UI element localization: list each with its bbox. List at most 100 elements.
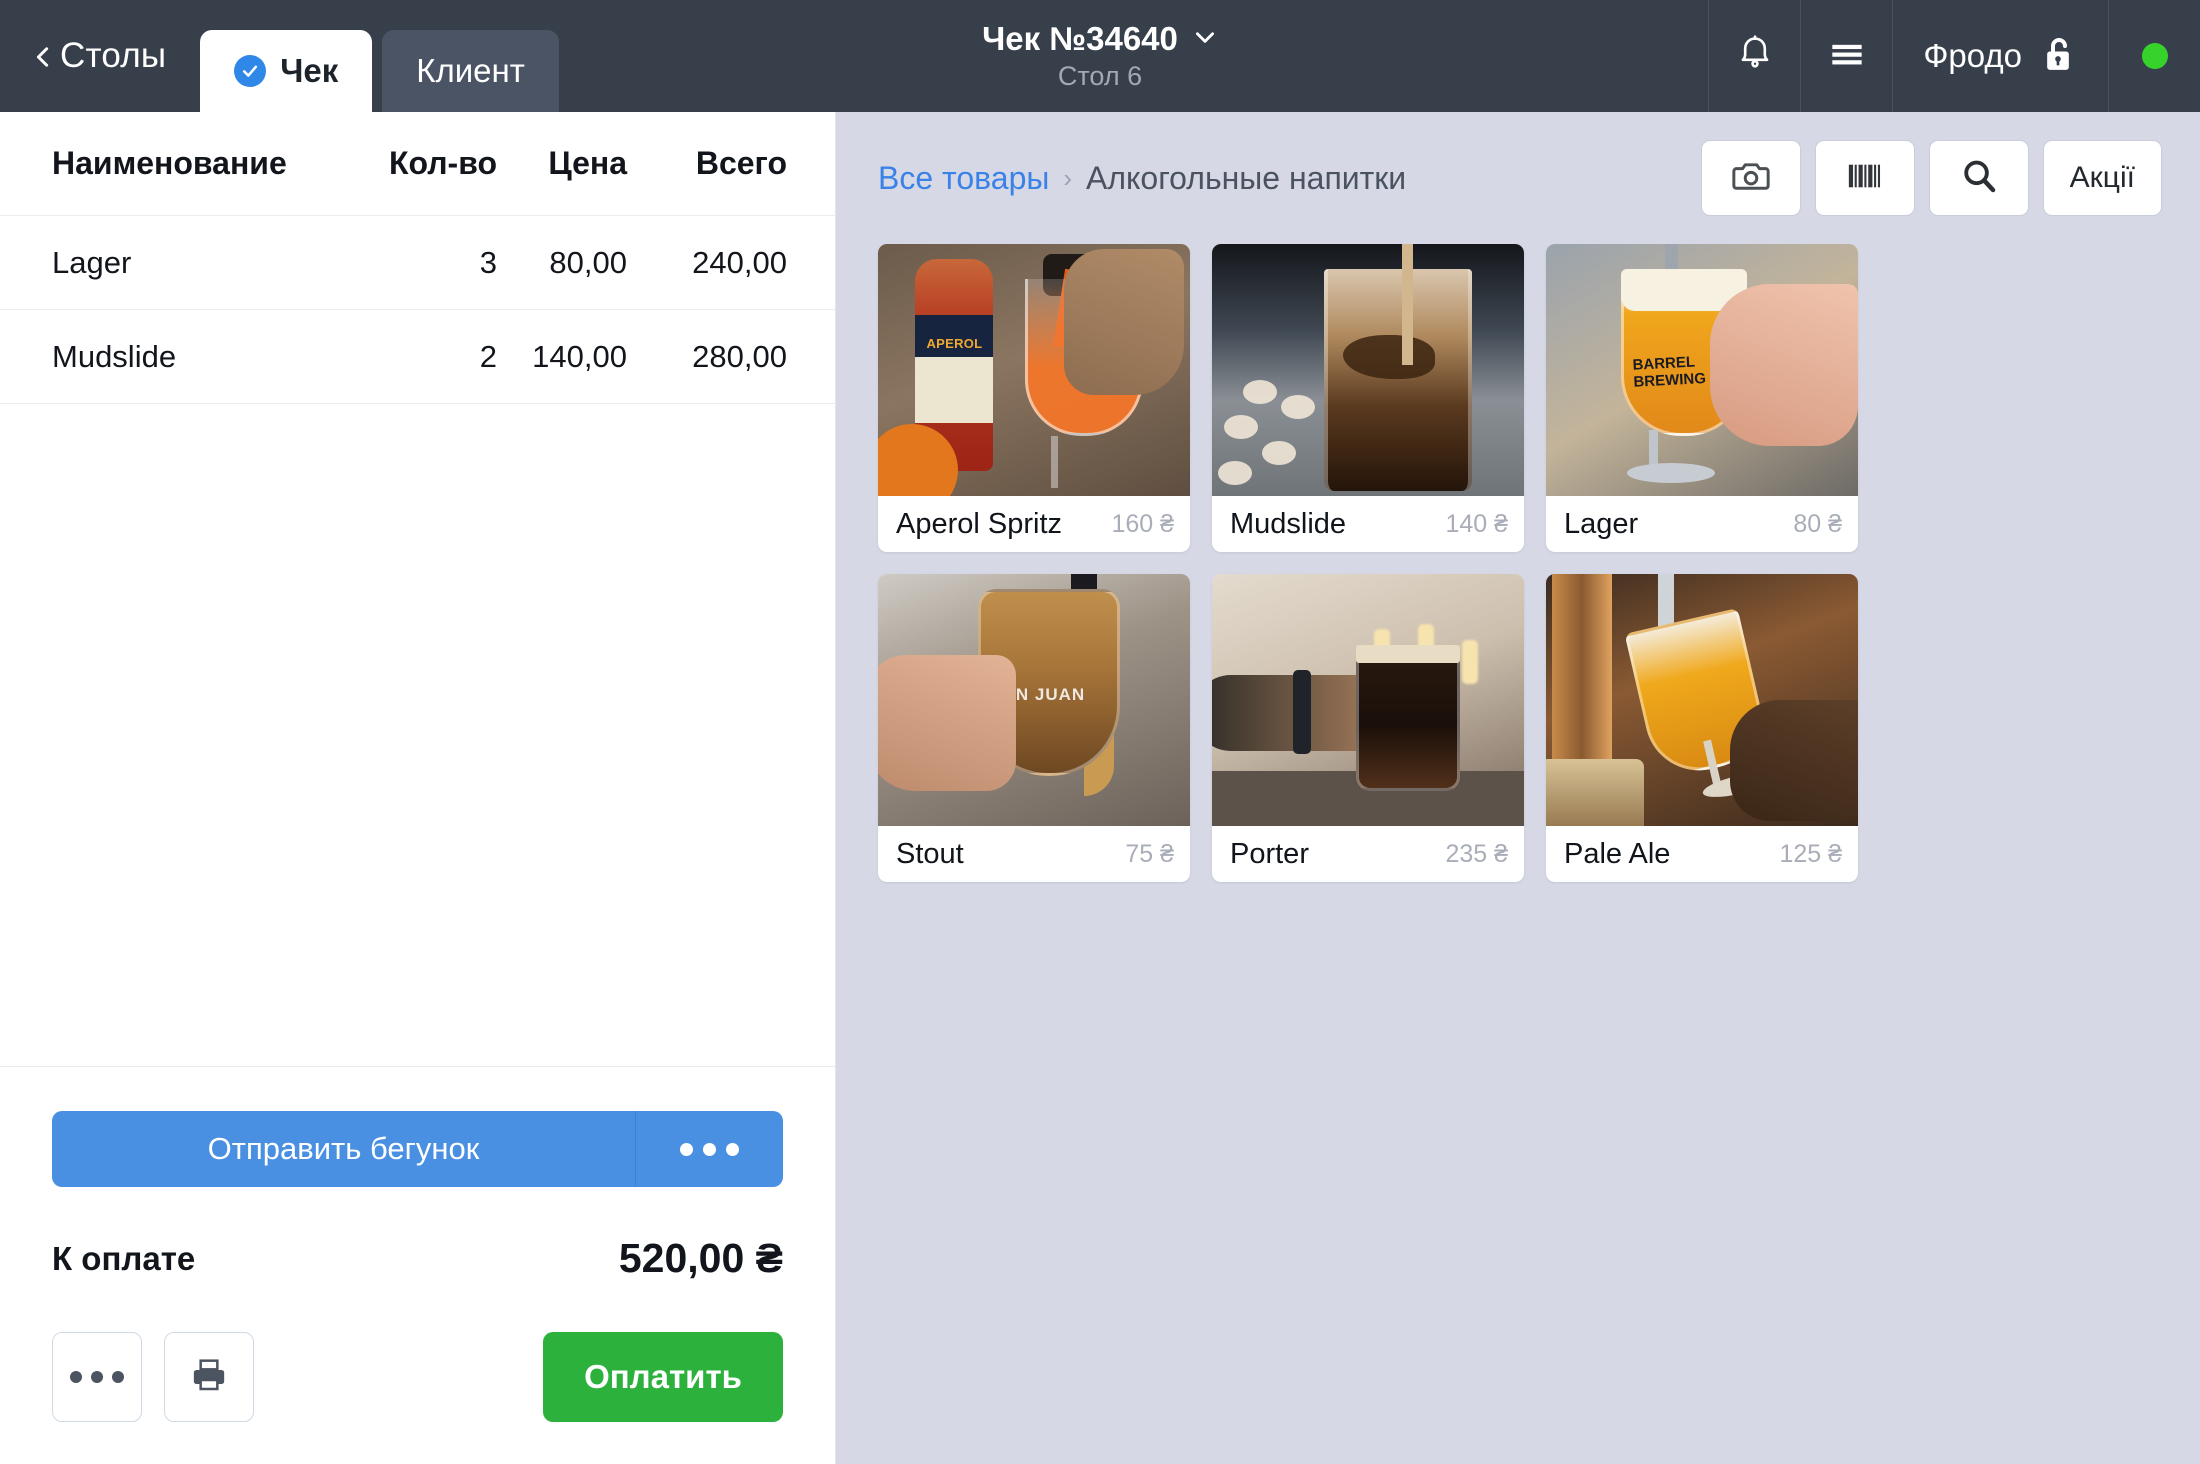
chevron-down-icon [1192, 20, 1218, 58]
app-header: Столы Чек Клиент Чек №34640 Стол 6 [0, 0, 2200, 112]
tab-receipt-label: Чек [280, 52, 338, 90]
table-label: Стол 6 [1058, 61, 1142, 92]
back-to-tables-label: Столы [60, 36, 166, 76]
user-session-button[interactable]: Фродо [1892, 0, 2108, 112]
ellipsis-icon [70, 1371, 124, 1383]
tab-receipt[interactable]: Чек [200, 30, 372, 112]
product-caption: Mudslide 140 ₴ [1212, 496, 1524, 552]
product-caption: Lager 80 ₴ [1546, 496, 1858, 552]
promo-button-label: Акції [2070, 161, 2135, 195]
column-header-price: Цена [497, 145, 627, 182]
hamburger-menu-icon [1825, 32, 1869, 81]
receipt-panel: Наименование Кол-во Цена Всего Lager 3 8… [0, 112, 836, 1464]
product-name: Mudslide [1230, 508, 1346, 541]
receipt-title: Чек №34640 [982, 20, 1178, 58]
printer-icon [189, 1355, 229, 1400]
product-price: 75 ₴ [1125, 840, 1174, 869]
product-image: SAN JUAN [878, 574, 1190, 826]
user-name-label: Фродо [1923, 37, 2022, 75]
pos-app: Столы Чек Клиент Чек №34640 Стол 6 [0, 0, 2200, 1464]
app-body: Наименование Кол-во Цена Всего Lager 3 8… [0, 112, 2200, 1464]
send-runner-button[interactable]: Отправить бегунок [52, 1111, 783, 1187]
product-caption: Stout 75 ₴ [878, 826, 1190, 882]
barcode-icon [1844, 155, 1886, 202]
barcode-button[interactable] [1815, 140, 1915, 216]
cart-item-price: 80,00 [497, 245, 627, 281]
product-card[interactable]: Mudslide 140 ₴ [1212, 244, 1524, 552]
send-runner-label: Отправить бегунок [52, 1111, 635, 1187]
product-caption: Porter 235 ₴ [1212, 826, 1524, 882]
column-header-total: Всего [627, 145, 787, 182]
notifications-button[interactable] [1708, 0, 1800, 112]
cart-item-qty: 2 [357, 339, 497, 375]
pay-button[interactable]: Оплатить [543, 1332, 783, 1422]
search-icon [1958, 155, 2000, 202]
receipt-footer: Отправить бегунок К оплате 520,00 ₴ [0, 1066, 835, 1464]
chevron-left-icon [32, 46, 54, 68]
receipt-more-button[interactable] [52, 1332, 142, 1422]
breadcrumb-current: Алкогольные напитки [1086, 160, 1406, 197]
total-due-label: К оплате [52, 1240, 195, 1278]
tab-client[interactable]: Клиент [382, 30, 559, 112]
cart-item-name: Mudslide [52, 339, 357, 375]
product-price: 235 ₴ [1445, 840, 1508, 869]
send-runner-more-button[interactable] [635, 1111, 783, 1187]
product-card[interactable]: APEROL Aperol Spritz 160 ₴ [878, 244, 1190, 552]
connection-status [2108, 0, 2200, 112]
product-name: Pale Ale [1564, 838, 1670, 871]
check-circle-icon [234, 55, 266, 87]
column-header-qty: Кол-во [357, 145, 497, 182]
promo-button[interactable]: Акції [2043, 140, 2162, 216]
table-row[interactable]: Mudslide 2 140,00 280,00 [0, 310, 835, 404]
product-name: Lager [1564, 508, 1638, 541]
tab-client-label: Клиент [416, 52, 525, 90]
header-right-actions: Фродо [1708, 0, 2200, 112]
bell-icon [1734, 33, 1776, 80]
header-tabs: Чек Клиент [200, 0, 559, 112]
cart-table-header: Наименование Кол-во Цена Всего [0, 112, 835, 216]
catalog-tool-buttons: Акції [1701, 140, 2162, 216]
product-caption: Aperol Spritz 160 ₴ [878, 496, 1190, 552]
product-image: APEROL [878, 244, 1190, 496]
cart-item-qty: 3 [357, 245, 497, 281]
back-to-tables-button[interactable]: Столы [0, 0, 200, 112]
camera-button[interactable] [1701, 140, 1801, 216]
cart-item-price: 140,00 [497, 339, 627, 375]
cart-rows: Lager 3 80,00 240,00 Mudslide 2 140,00 2… [0, 216, 835, 404]
search-button[interactable] [1929, 140, 2029, 216]
breadcrumb-separator-icon: › [1063, 163, 1072, 194]
receipt-action-bar: Оплатить [52, 1332, 783, 1422]
cart-item-name: Lager [52, 245, 357, 281]
product-price: 160 ₴ [1111, 510, 1174, 539]
breadcrumb: Все товары › Алкогольные напитки [878, 160, 1406, 197]
product-image [1546, 574, 1858, 826]
table-row[interactable]: Lager 3 80,00 240,00 [0, 216, 835, 310]
camera-icon [1730, 155, 1772, 202]
cart-empty-space [0, 404, 835, 1066]
product-image: BARRELBREWING Co [1546, 244, 1858, 496]
catalog-panel: Все товары › Алкогольные напитки [836, 112, 2200, 1464]
product-name: Aperol Spritz [896, 508, 1062, 541]
breadcrumb-root[interactable]: Все товары [878, 160, 1049, 197]
main-menu-button[interactable] [1800, 0, 1892, 112]
product-card[interactable]: SAN JUAN Stout 75 ₴ [878, 574, 1190, 882]
status-dot-icon [2142, 43, 2168, 69]
product-price: 80 ₴ [1793, 510, 1842, 539]
product-name: Stout [896, 838, 964, 871]
product-grid: APEROL Aperol Spritz 160 ₴ [836, 244, 2200, 1464]
product-image [1212, 244, 1524, 496]
product-card[interactable]: Porter 235 ₴ [1212, 574, 1524, 882]
unlock-icon [2038, 34, 2078, 79]
print-receipt-button[interactable] [164, 1332, 254, 1422]
product-price: 140 ₴ [1445, 510, 1508, 539]
product-image [1212, 574, 1524, 826]
product-name: Porter [1230, 838, 1309, 871]
product-card[interactable]: Pale Ale 125 ₴ [1546, 574, 1858, 882]
cart-item-total: 240,00 [627, 245, 787, 281]
product-price: 125 ₴ [1779, 840, 1842, 869]
pay-button-label: Оплатить [584, 1358, 742, 1396]
receipt-selector[interactable]: Чек №34640 [982, 20, 1218, 58]
product-card[interactable]: BARRELBREWING Co Lager 80 ₴ [1546, 244, 1858, 552]
total-due-amount: 520,00 ₴ [619, 1235, 783, 1282]
cart-item-total: 280,00 [627, 339, 787, 375]
